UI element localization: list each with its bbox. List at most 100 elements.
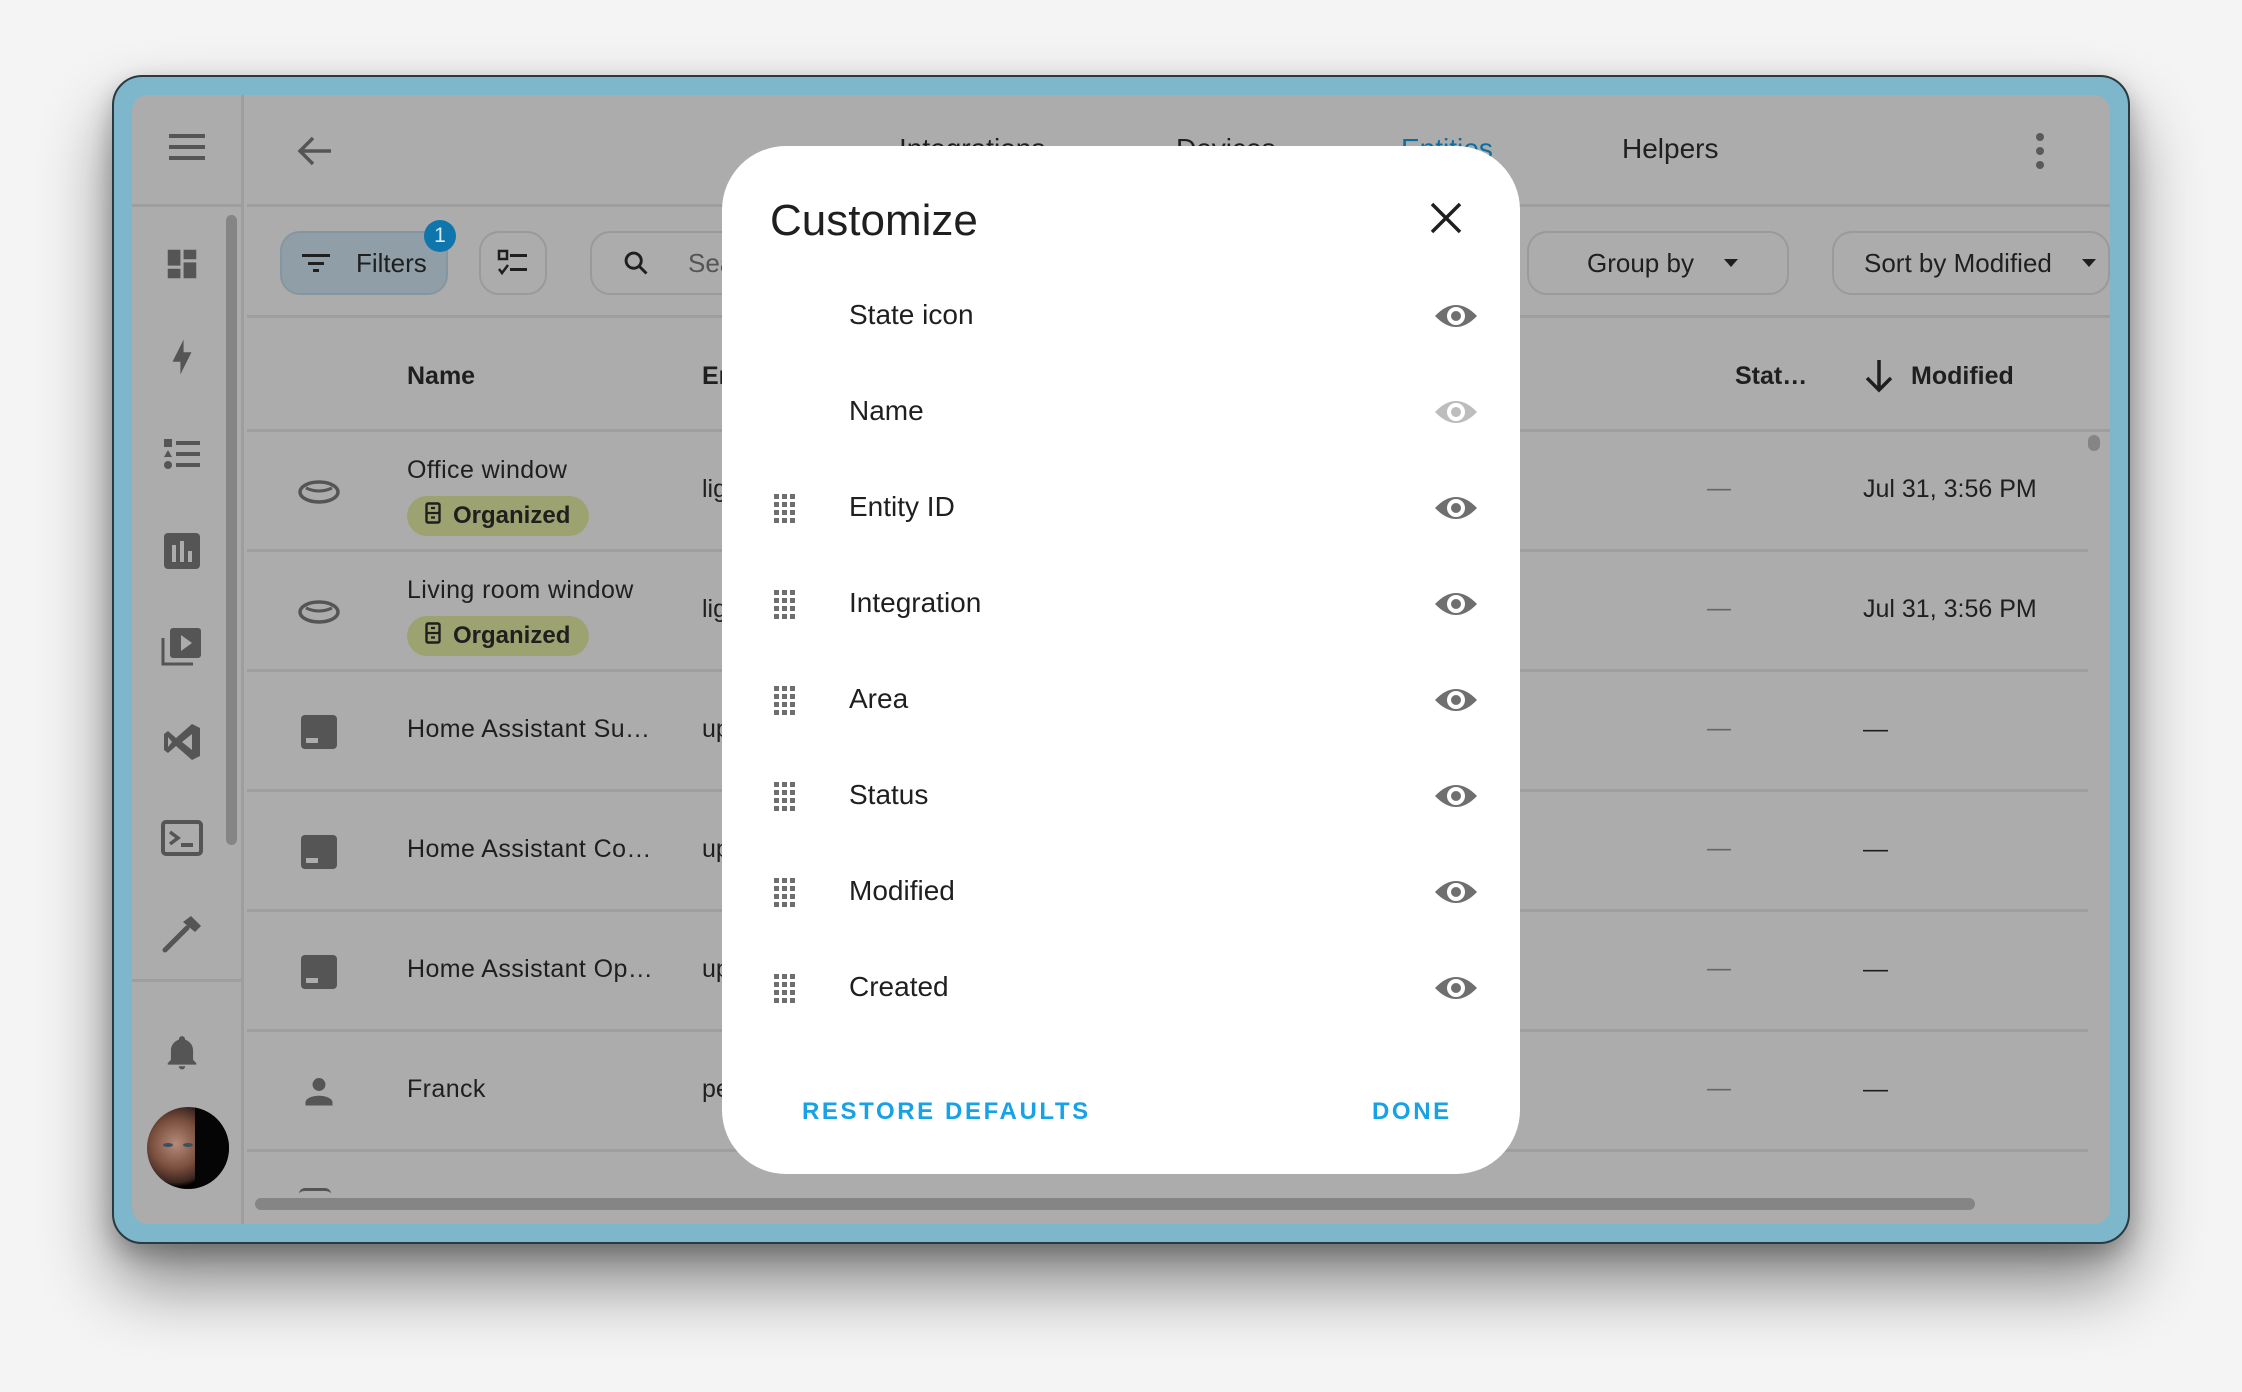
checklist-icon <box>497 249 527 276</box>
drag-handle-icon[interactable] <box>774 686 796 715</box>
eye-icon[interactable] <box>1433 298 1479 334</box>
file-cabinet-icon <box>425 501 441 531</box>
sort-by-dropdown[interactable]: Sort by Modified <box>1832 231 2110 295</box>
sidebar-item-terminal[interactable] <box>132 808 232 868</box>
format-list-icon <box>164 439 200 469</box>
column-option-label: Integration <box>849 587 982 618</box>
sidebar-divider <box>132 979 244 982</box>
column-option-label: Status <box>849 779 929 810</box>
status-cell: — <box>1707 1075 1731 1102</box>
back-button[interactable] <box>295 131 335 171</box>
drag-handle-icon[interactable] <box>774 878 796 907</box>
avatar-eye <box>183 1143 193 1147</box>
modified-cell: — <box>1863 955 1888 983</box>
column-header-status[interactable]: Stat… <box>1735 362 1807 391</box>
column-option-label: Created <box>849 971 949 1002</box>
column-option-row: Modified <box>722 857 1520 927</box>
eye-icon <box>1433 394 1479 430</box>
filters-button[interactable]: Filters 1 <box>280 220 456 295</box>
group-by-dropdown[interactable]: Group by <box>1527 231 1789 295</box>
status-cell: — <box>1707 715 1731 742</box>
modified-cell: — <box>1863 835 1888 863</box>
vscode-icon <box>164 724 200 760</box>
package-icon <box>299 1188 331 1194</box>
drag-handle-icon[interactable] <box>774 590 796 619</box>
sort-descending-icon[interactable] <box>1863 358 1895 399</box>
user-avatar[interactable] <box>147 1107 229 1189</box>
dashboard-icon <box>167 249 197 279</box>
column-option-row: Area <box>722 665 1520 735</box>
drag-handle-icon[interactable] <box>774 494 796 523</box>
column-header-entity-id[interactable]: Entity ID <box>702 362 724 391</box>
tab-helpers[interactable]: Helpers <box>1622 133 1718 165</box>
column-option-row: Entity ID <box>722 473 1520 543</box>
column-header-modified[interactable]: Modified <box>1911 362 2014 391</box>
entity-name: Home Assistant Co… <box>407 835 652 863</box>
modified-cell: — <box>1863 715 1888 743</box>
file-cabinet-icon <box>425 621 441 651</box>
entity-name: Home Assistant Op… <box>407 955 654 983</box>
modified-cell: Jul 31, 3:56 PM <box>1863 475 2037 503</box>
column-option-row: Integration <box>722 569 1520 639</box>
restore-defaults-button[interactable]: RESTORE DEFAULTS <box>802 1098 1091 1126</box>
column-option-row: State icon <box>722 281 1520 351</box>
status-cell: — <box>1707 955 1731 982</box>
entity-name: Office window <box>407 456 568 484</box>
customize-dialog: Customize State icon Name Entity ID Integra… <box>722 146 1520 1174</box>
drag-handle-icon[interactable] <box>774 782 796 811</box>
package-icon <box>297 832 341 872</box>
table-horizontal-scrollbar[interactable] <box>255 1198 1975 1210</box>
table-vertical-scrollbar[interactable] <box>2088 435 2100 451</box>
drag-handle-icon[interactable] <box>774 974 796 1003</box>
sidebar-header <box>132 95 241 207</box>
arrow-left-icon <box>297 136 331 166</box>
column-header-name[interactable]: Name <box>407 362 475 391</box>
sidebar-item-developer-tools[interactable] <box>132 903 232 963</box>
entity-name: Home Assistant Su… <box>407 715 651 743</box>
status-cell: — <box>1707 595 1731 622</box>
lightning-bolt-icon <box>172 339 192 375</box>
sidebar-item-energy[interactable] <box>132 327 232 387</box>
sidebar-item-logbook[interactable] <box>132 425 232 485</box>
caret-down-icon <box>1723 259 1738 267</box>
modified-cell: — <box>1863 1075 1888 1103</box>
eye-icon[interactable] <box>1433 586 1479 622</box>
sidebar-item-history[interactable] <box>132 521 232 581</box>
close-button[interactable] <box>1428 200 1464 236</box>
sidebar-item-overview[interactable] <box>132 234 232 294</box>
caret-down-icon <box>2081 259 2096 267</box>
package-icon <box>297 952 341 992</box>
terminal-icon <box>161 820 203 856</box>
filters-label: Filters <box>356 247 427 278</box>
sidebar <box>132 95 244 1224</box>
done-button[interactable]: DONE <box>1372 1098 1452 1126</box>
column-option-row: Name <box>722 377 1520 447</box>
label-chip[interactable]: Organized <box>407 496 589 536</box>
filters-count-badge: 1 <box>424 220 456 252</box>
status-cell: — <box>1707 475 1731 502</box>
more-options-button[interactable] <box>2030 131 2050 171</box>
selection-mode-button[interactable] <box>479 231 547 295</box>
dot <box>2036 161 2044 169</box>
sidebar-item-media[interactable] <box>132 617 232 677</box>
entity-name: Living room window <box>407 576 634 604</box>
column-option-label: State icon <box>849 299 974 330</box>
eye-icon[interactable] <box>1433 682 1479 718</box>
eye-icon[interactable] <box>1433 874 1479 910</box>
eye-icon[interactable] <box>1433 490 1479 526</box>
bell-icon <box>167 1036 197 1070</box>
eye-icon[interactable] <box>1433 970 1479 1006</box>
chart-box-icon <box>164 533 200 569</box>
dot <box>2036 147 2044 155</box>
window-icon <box>297 592 341 632</box>
hamburger-menu-icon[interactable] <box>167 132 207 167</box>
sidebar-item-studio-code[interactable] <box>132 712 232 772</box>
label-chip[interactable]: Organized <box>407 616 589 656</box>
dialog-title: Customize <box>770 196 978 245</box>
status-cell: — <box>1707 835 1731 862</box>
hammer-icon <box>162 916 201 953</box>
sort-by-label: Sort by Modified <box>1864 247 2052 278</box>
group-by-label: Group by <box>1587 247 1694 278</box>
eye-icon[interactable] <box>1433 778 1479 814</box>
sidebar-item-notifications[interactable] <box>132 1022 232 1082</box>
